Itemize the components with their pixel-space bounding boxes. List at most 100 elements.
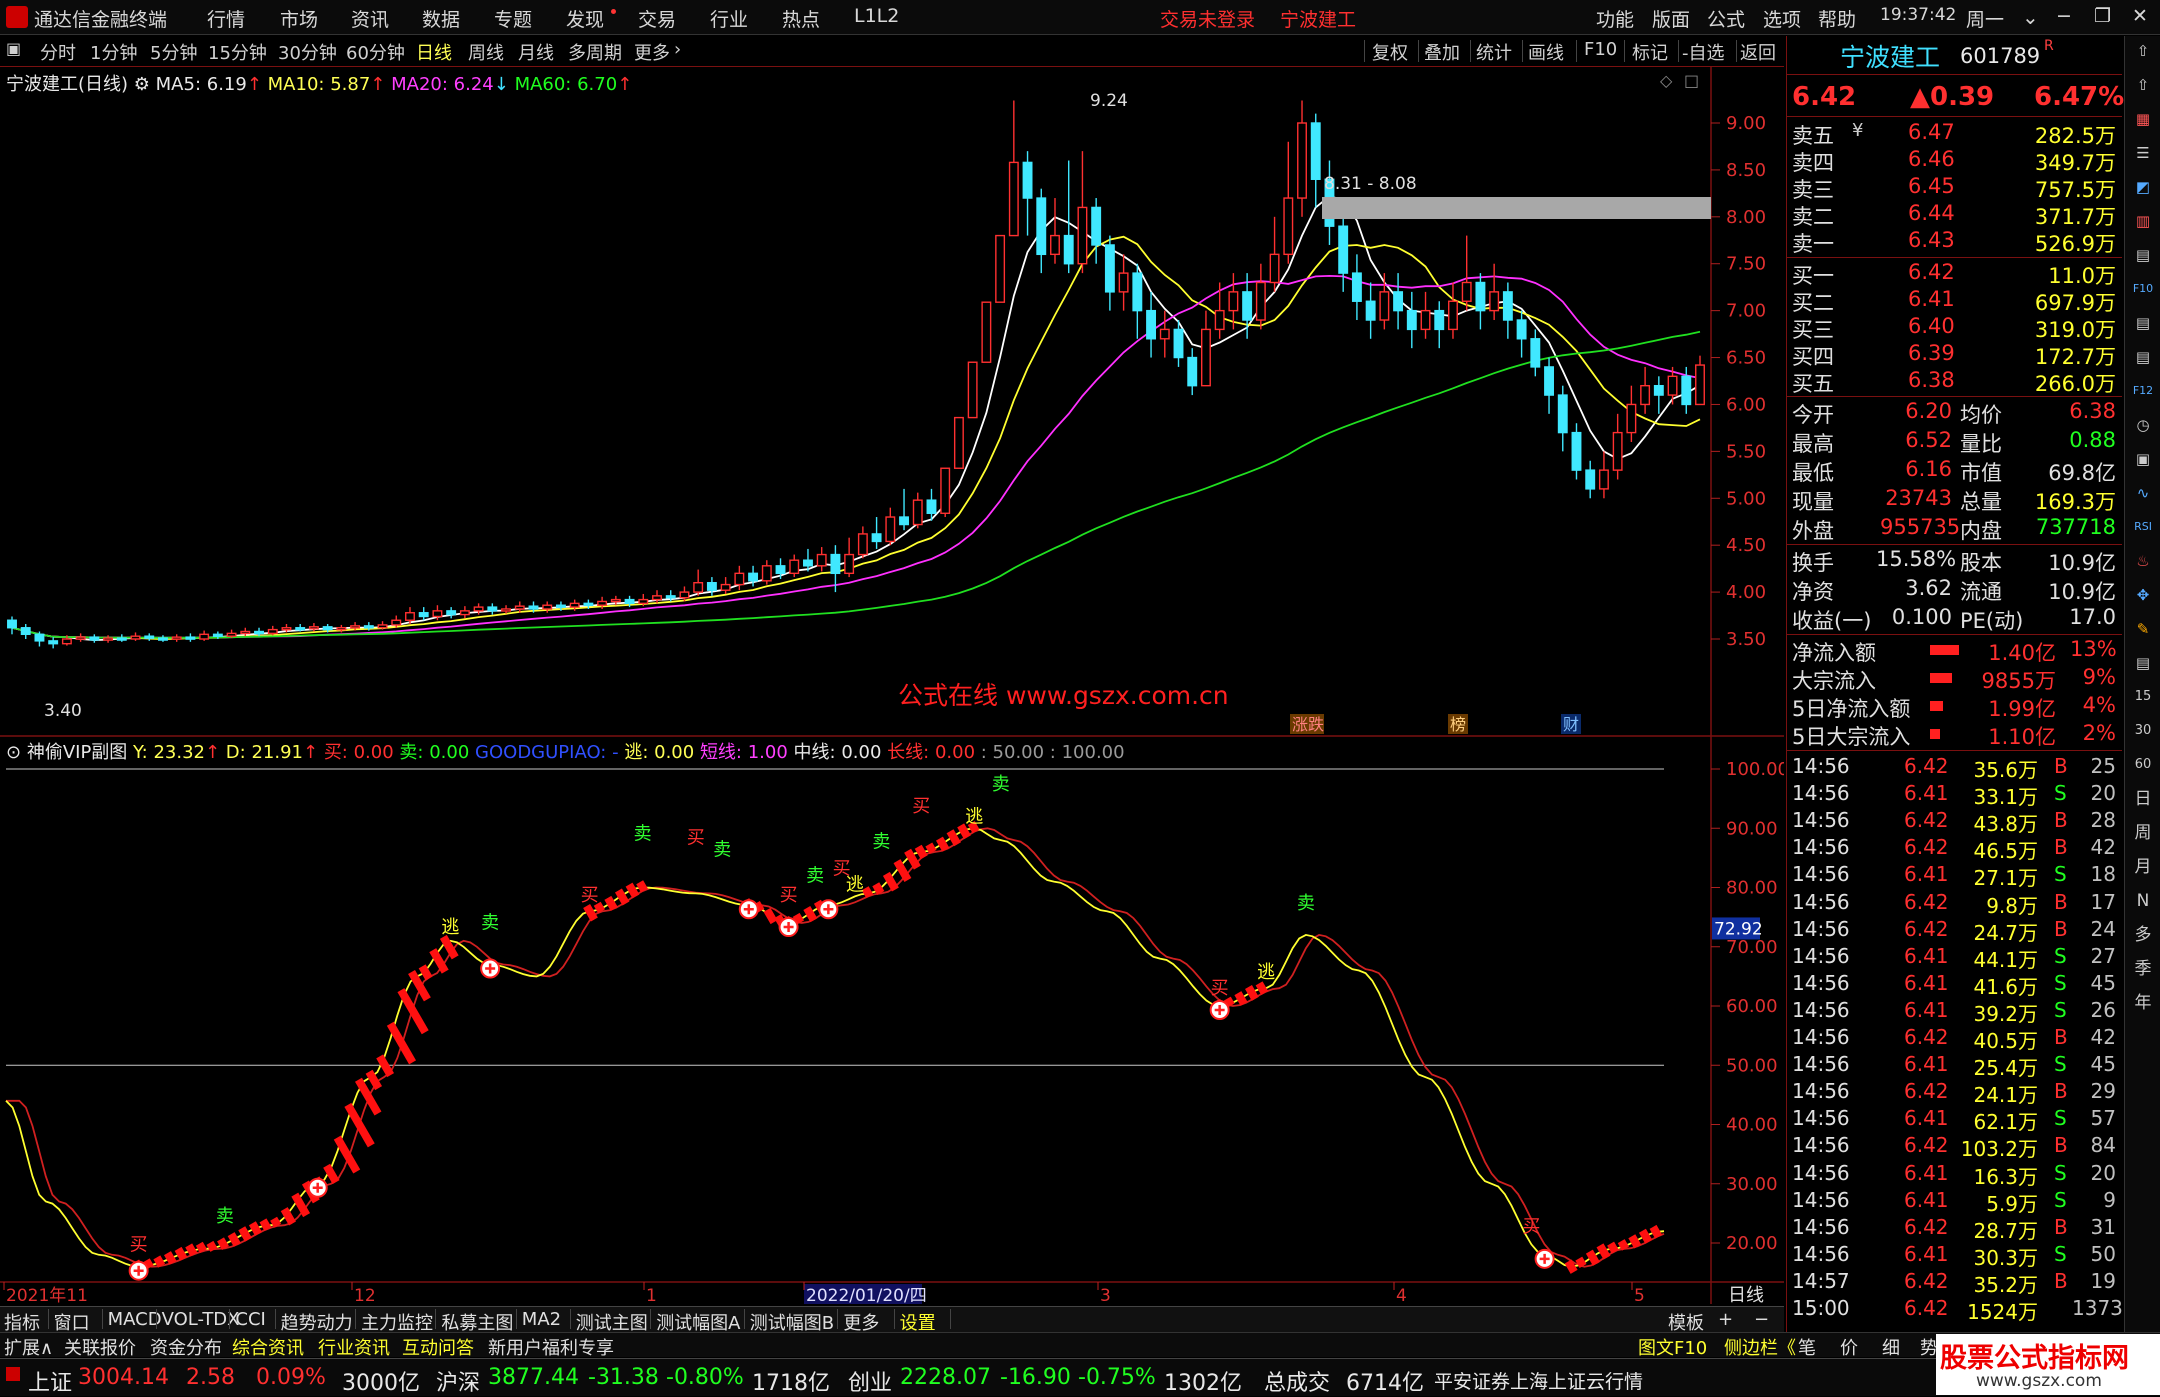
menu-discover[interactable]: 发现 [566,5,604,32]
info-tab[interactable]: 综合资讯 [232,1334,304,1360]
login-status[interactable]: 交易未登录 [1160,5,1255,32]
label-sixty[interactable]: 60 [2132,754,2154,776]
list-icon[interactable]: ☰ [2132,142,2154,164]
f10-icon[interactable]: F10 [2132,278,2154,300]
info-tab[interactable]: 资金分布 [150,1334,222,1360]
ask-price[interactable]: 6.45 [1908,174,1955,198]
btn-f10[interactable]: F10 [1584,39,1617,60]
panel-toggle-icon[interactable]: ▣ [6,39,21,58]
period-monthly[interactable]: 月线 [518,39,554,65]
indicator-tab[interactable]: MACD [108,1309,162,1330]
info-right-tab[interactable]: 侧边栏《 [1724,1334,1796,1360]
info-tab[interactable]: 关联报价 [64,1334,136,1360]
period-60min[interactable]: 60分钟 [346,39,405,65]
ask-price[interactable]: 6.43 [1908,228,1955,252]
side-period-multi[interactable]: 多 [2132,924,2154,946]
period-1min[interactable]: 1分钟 [90,39,137,65]
period-15min[interactable]: 15分钟 [208,39,267,65]
menu-layout[interactable]: 版面 [1652,5,1690,32]
ask-price[interactable]: 6.44 [1908,201,1955,225]
restore-icon[interactable]: ❐ [2094,5,2111,27]
side-period-year[interactable]: 年 [2132,992,2154,1014]
clock-icon[interactable]: ◷ [2132,414,2154,436]
period-weekly[interactable]: 周线 [468,39,504,65]
period-5min[interactable]: 5分钟 [150,39,197,65]
sub-collapse-icon[interactable]: ⊙ [6,742,21,763]
arrow-up-icon[interactable]: ⇧ [2132,40,2154,62]
info-right-tab[interactable]: 细 [1882,1334,1900,1360]
btn-back[interactable]: 返回 [1740,39,1776,65]
info-tab[interactable]: 行业资讯 [318,1334,390,1360]
flame-icon[interactable]: ♨ [2132,550,2154,572]
move-icon[interactable]: ✥ [2132,584,2154,606]
trend-icon[interactable]: ◩ [2132,176,2154,198]
btn-draw[interactable]: 画线 [1528,39,1564,65]
btn-mark[interactable]: 标记 [1632,39,1668,65]
label-thirty[interactable]: 30 [2132,720,2154,742]
side-period-day[interactable]: 日 [2132,788,2154,810]
remove-pane-button[interactable]: − [1754,1309,1769,1330]
ask-price[interactable]: 6.47 [1908,120,1955,144]
btn-adjust[interactable]: 复权 [1372,39,1408,65]
hs-name[interactable]: 沪深 [436,1365,480,1397]
grid-icon[interactable]: ▦ [2132,108,2154,130]
page-icon[interactable]: ▤ [2132,312,2154,334]
bid-price[interactable]: 6.38 [1908,368,1955,392]
f12-icon[interactable]: F12 [2132,380,2154,402]
menu-function[interactable]: 功能 [1596,5,1634,32]
info-tab[interactable]: 扩展∧ [4,1334,53,1360]
rsi-icon[interactable]: RSI [2132,516,2154,538]
info-right-tab[interactable]: 笔 [1798,1334,1816,1360]
period-timeshare[interactable]: 分时 [40,39,76,65]
period-more[interactable]: 更多 [634,39,670,65]
menu-market[interactable]: 市场 [280,5,318,32]
menu-l1l2[interactable]: L1L2 [854,5,899,27]
period-daily[interactable]: 日线 [416,39,452,65]
pen-icon[interactable]: ✎ [2132,618,2154,640]
minimize-icon[interactable]: − [2056,5,2072,27]
arrow-up-icon-2[interactable]: ⇧ [2132,74,2154,96]
collapse-icon[interactable]: □ [1684,71,1699,90]
add-pane-button[interactable]: + [1718,1309,1733,1330]
info-right-tab[interactable]: 图文F10 [1638,1334,1707,1360]
window-menu-icon[interactable]: ⌄ [2022,5,2039,29]
menu-industry[interactable]: 行业 [710,5,748,32]
info-tab[interactable]: 互动问答 [402,1334,474,1360]
indicator-tab[interactable]: MA2 [522,1309,561,1330]
menu-help[interactable]: 帮助 [1818,5,1856,32]
btn-watchlist[interactable]: -自选 [1682,39,1725,65]
menu-hot[interactable]: 热点 [782,5,820,32]
window-icon[interactable]: ▣ [2132,448,2154,470]
menu-news[interactable]: 资讯 [351,5,389,32]
menu-options[interactable]: 选项 [1763,5,1801,32]
menu-formula[interactable]: 公式 [1707,5,1745,32]
info-tab[interactable]: 新用户福利专享 [488,1334,614,1360]
indicator-tab[interactable]: VOL-TDX [162,1309,240,1330]
side-period-month[interactable]: 月 [2132,856,2154,878]
wave-icon[interactable]: ∿ [2132,482,2154,504]
menu-data[interactable]: 数据 [422,5,460,32]
period-30min[interactable]: 30分钟 [278,39,337,65]
kline-chart[interactable]: 9.00 8.50 8.00 7.50 7.00 6.50 6.00 5.50 5.00 4.50… [0,66,1784,1310]
ask-price[interactable]: 6.46 [1908,147,1955,171]
info-right-tab[interactable]: 价 [1840,1334,1858,1360]
label-fifteen[interactable]: 15 [2132,686,2154,708]
btn-stats[interactable]: 统计 [1476,39,1512,65]
bid-price[interactable]: 6.41 [1908,287,1955,311]
side-period-n[interactable]: N [2132,890,2154,912]
cy-name[interactable]: 创业 [848,1365,892,1397]
f5-icon[interactable]: ▤ [2132,652,2154,674]
menu-trade[interactable]: 交易 [638,5,676,32]
bid-price[interactable]: 6.40 [1908,314,1955,338]
bar-icon[interactable]: ▥ [2132,210,2154,232]
chevron-right-icon[interactable]: › [674,39,681,60]
bid-price[interactable]: 6.39 [1908,341,1955,365]
btn-overlay[interactable]: 叠加 [1424,39,1460,65]
menu-quote[interactable]: 行情 [207,5,245,32]
sh-name[interactable]: 上证 [28,1365,72,1397]
bid-price[interactable]: 6.42 [1908,260,1955,284]
page-icon-2[interactable]: ▤ [2132,346,2154,368]
period-multi[interactable]: 多周期 [568,39,622,65]
diamond-icon[interactable]: ◇ [1660,71,1673,90]
indicator-tab[interactable]: CCI [235,1309,265,1330]
